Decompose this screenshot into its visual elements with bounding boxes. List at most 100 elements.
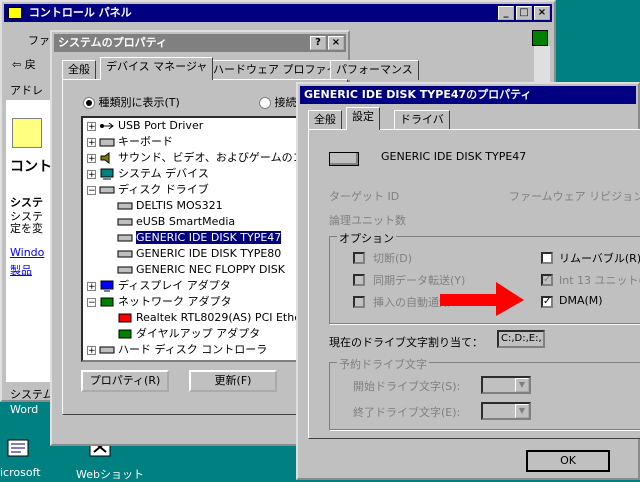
radio-by-connection-label: 接続 [274,96,297,109]
tree-item-label: サウンド、ビデオ、およびゲームのコント [118,151,326,164]
reserved-label: 予約ドライブ文字 [337,356,429,372]
tree-item-label: システム デバイス [118,167,209,180]
tree-item-display[interactable]: ディスプレイ アダプタ [99,278,231,294]
expand-toggle[interactable]: + [87,138,96,148]
int13-checkbox[interactable]: ✓ [541,274,553,286]
update-button[interactable]: 更新(F) [189,370,277,392]
tab-disk-driver[interactable]: ドライバ [394,110,450,130]
controller-icon [99,346,115,354]
tab-disk-settings[interactable]: 設定 [346,107,380,130]
chevron-down-icon: ▼ [515,378,529,392]
red-arrow-annotation [440,282,524,316]
options-label: オプション [337,230,396,246]
disk-drive-icon [99,186,115,194]
tree-item-label: ディスプレイ アダプタ [118,279,231,292]
disconnect-checkbox[interactable] [353,252,365,264]
maximize-button[interactable]: □ [516,6,532,20]
autoinsert-checkbox[interactable] [353,296,365,308]
system-properties-titlebar[interactable]: システムのプロパティ ? × [54,34,346,52]
radio-by-connection[interactable]: 接続 [259,94,297,110]
tab-disk-general[interactable]: 全般 [308,110,342,130]
disk-properties-titlebar[interactable]: GENERIC IDE DISK TYPE47のプロパティ [300,86,636,104]
tree-item-label: GENERIC IDE DISK TYPE80 [136,247,282,260]
start-letter-label: 開始ドライブ文字(S): [353,380,461,393]
control-panel-content: コント システ システ 定を変 Windo 製品 [6,100,52,382]
tree-item-label: ネットワーク アダプタ [118,295,232,308]
tree-item-network[interactable]: ネットワーク アダプタ [99,294,232,310]
collapse-toggle[interactable]: − [87,186,96,196]
end-letter-combo[interactable]: ▼ [481,402,531,420]
properties-button[interactable]: プロパティ(R) [81,370,169,392]
disk-drive-icon [117,218,133,226]
tree-item-label: eUSB SmartMedia [136,215,236,228]
expand-toggle[interactable]: + [87,154,96,164]
tree-item-keyboard[interactable]: キーボード [99,134,173,150]
target-id-label: ターゲット ID [329,190,400,203]
expand-toggle[interactable]: + [87,170,96,180]
tree-item-realtek[interactable]: Realtek RTL8029(AS) PCI Ethe [117,310,301,326]
tree-item-generic-ide-80[interactable]: GENERIC IDE DISK TYPE80 [117,246,281,262]
disk-drive-icon [117,234,133,242]
tree-item-label: DELTIS MOS321 [136,199,223,212]
desktop-icon-word[interactable] [6,436,32,460]
back-button[interactable]: ⇦ 戻 [12,56,36,72]
current-letters-label: 現在のドライブ文字割り当て： [329,336,483,349]
chevron-down-icon: ▼ [515,404,529,418]
dma-label: DMA(M) [559,294,603,307]
help-button[interactable]: ? [310,36,326,50]
device-name: GENERIC IDE DISK TYPE47 [381,150,527,163]
monitor-icon [100,280,114,292]
tree-item-label: GENERIC NEC FLOPPY DISK [136,263,285,276]
status-bar: システム [10,388,54,401]
expand-toggle[interactable]: + [87,346,96,356]
dialup-icon [118,329,132,339]
sidebar-title: コント [10,159,52,175]
tab-performance[interactable]: パフォーマンス [330,60,419,80]
minimize-button[interactable]: _ [498,6,514,20]
disk-drive-icon [117,266,133,274]
disk-drive-icon [117,202,133,210]
desktop-icon1-label: icrosoft [0,466,41,479]
tree-item-disk-drives[interactable]: ディスク ドライブ [99,182,209,198]
tree-item-generic-ide-47[interactable]: GENERIC IDE DISK TYPE47 [117,230,282,246]
int13-label: Int 13 ユニット(I) [559,274,640,287]
removable-checkbox[interactable] [541,252,553,264]
tree-item-floppy[interactable]: GENERIC NEC FLOPPY DISK [117,262,285,278]
tree-item-sound[interactable]: サウンド、ビデオ、およびゲームのコント [99,150,326,166]
ok-button[interactable]: OK [526,450,610,472]
desktop-left-label: Word [10,403,39,416]
disk-properties-title: GENERIC IDE DISK TYPE47のプロパティ [304,88,532,101]
tree-item-eusb[interactable]: eUSB SmartMedia [117,214,235,230]
network-card-icon [118,313,132,323]
sys-close-button[interactable]: × [328,36,344,50]
tree-item-usb[interactable]: USB Port Driver [99,118,203,134]
tab-general[interactable]: 全般 [62,60,96,80]
collapse-toggle[interactable]: − [87,298,96,308]
tree-item-label-selected: GENERIC IDE DISK TYPE47 [136,231,282,244]
link-product[interactable]: 製品 [10,262,32,278]
current-letters-field: C:,D:,E:, [497,330,545,348]
desc-line2: 定を変 [10,222,43,235]
end-letter-label: 終了ドライブ文字(E): [353,406,461,419]
tree-item-label: キーボード [118,135,173,148]
current-letters-value: C:,D:,E:, [501,333,542,344]
tree-item-deltis[interactable]: DELTIS MOS321 [117,198,223,214]
link-windows[interactable]: Windo [10,246,44,259]
radio-by-type[interactable]: 種類別に表示(T) [83,94,180,110]
tree-item-system-devices[interactable]: システム デバイス [99,166,209,182]
autoinsert-label: 挿入の自動通知 [373,296,450,309]
start-letter-combo[interactable]: ▼ [481,376,531,394]
sync-checkbox[interactable] [353,274,365,286]
expand-toggle[interactable]: + [87,122,96,132]
dma-checkbox[interactable]: ✓ [541,296,553,308]
tree-item-label: Realtek RTL8029(AS) PCI Ethe [136,311,301,324]
control-panel-titlebar[interactable]: コントロール パネル _ □ × [4,4,552,22]
tab-device-manager[interactable]: デバイス マネージャ [100,57,214,80]
disconnect-label: 切断(D) [373,252,413,265]
firmware-label: ファームウェア リビジョン [509,190,640,203]
tree-item-hdd-controller[interactable]: ハード ディスク コントローラ [99,342,267,358]
tree-item-dialup[interactable]: ダイヤルアップ アダプタ [117,326,260,342]
control-panel-big-icon [12,118,42,148]
close-button[interactable]: × [534,6,550,20]
expand-toggle[interactable]: + [87,282,96,292]
